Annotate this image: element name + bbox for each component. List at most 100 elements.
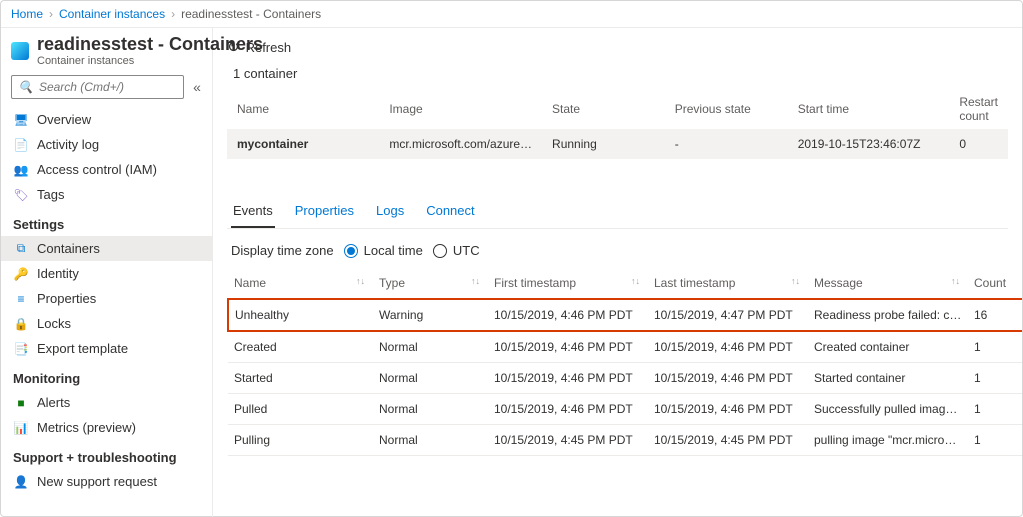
- eth-type[interactable]: Type↑↓: [373, 268, 488, 299]
- sidebar-item-metrics[interactable]: 📊 Metrics (preview): [1, 415, 212, 440]
- tab-events[interactable]: Events: [231, 195, 275, 228]
- properties-icon: ≡: [13, 292, 29, 306]
- th-image[interactable]: Image: [379, 89, 542, 129]
- breadcrumb-home[interactable]: Home: [11, 7, 43, 21]
- event-cell-name: Unhealthy: [228, 299, 373, 331]
- sort-icon: ↑↓: [631, 276, 640, 286]
- tab-connect[interactable]: Connect: [424, 195, 476, 228]
- sidebar: readinesstest - Containers Container ins…: [1, 28, 213, 517]
- event-cell-first: 10/15/2019, 4:46 PM PDT: [488, 299, 648, 331]
- timezone-label: Display time zone: [231, 243, 334, 258]
- sidebar-item-access-control[interactable]: 👥 Access control (IAM): [1, 157, 212, 182]
- event-cell-name: Pulled: [228, 394, 373, 425]
- events-table-header: Name↑↓ Type↑↓ First timestamp↑↓ Last tim…: [228, 268, 1022, 299]
- event-cell-type: Normal: [373, 363, 488, 394]
- th-prev-state[interactable]: Previous state: [665, 89, 788, 129]
- radio-dot-icon: [433, 244, 447, 258]
- sidebar-item-activitylog[interactable]: 📄Activity log: [1, 132, 212, 157]
- th-start-time[interactable]: Start time: [788, 89, 950, 129]
- event-cell-count: 1: [968, 363, 1022, 394]
- sidebar-item-label: Locks: [37, 316, 71, 331]
- sidebar-item-label: Tags: [37, 187, 64, 202]
- event-cell-first: 10/15/2019, 4:46 PM PDT: [488, 331, 648, 363]
- sidebar-menu-monitoring: ■ Alerts 📊 Metrics (preview): [1, 390, 212, 440]
- event-cell-count: 1: [968, 331, 1022, 363]
- event-row[interactable]: UnhealthyWarning10/15/2019, 4:46 PM PDT1…: [228, 299, 1022, 331]
- event-row[interactable]: PullingNormal10/15/2019, 4:45 PM PDT10/1…: [228, 425, 1022, 456]
- search-icon: 🔍: [18, 80, 33, 94]
- overview-icon: 🖥: [13, 113, 29, 127]
- eth-msg[interactable]: Message↑↓: [808, 268, 968, 299]
- event-cell-name: Created: [228, 331, 373, 363]
- event-row[interactable]: StartedNormal10/15/2019, 4:46 PM PDT10/1…: [228, 363, 1022, 394]
- sort-icon: ↑↓: [471, 276, 480, 286]
- eth-name[interactable]: Name↑↓: [228, 268, 373, 299]
- sidebar-item-tags[interactable]: 🏷Tags: [1, 182, 212, 207]
- metrics-icon: 📊: [13, 421, 29, 435]
- cell-start: 2019-10-15T23:46:07Z: [788, 129, 950, 159]
- sidebar-item-overview[interactable]: 🖥Overview: [1, 107, 212, 132]
- alerts-icon: ■: [13, 396, 29, 410]
- event-row[interactable]: CreatedNormal10/15/2019, 4:46 PM PDT10/1…: [228, 331, 1022, 363]
- containers-table: Name Image State Previous state Start ti…: [227, 89, 1008, 159]
- event-cell-msg: Started container: [808, 363, 968, 394]
- event-cell-first: 10/15/2019, 4:46 PM PDT: [488, 363, 648, 394]
- search-input-wrapper[interactable]: 🔍: [11, 75, 184, 99]
- sidebar-item-label: Access control (IAM): [37, 162, 157, 177]
- sidebar-item-label: New support request: [37, 474, 157, 489]
- sidebar-item-label: Activity log: [37, 137, 99, 152]
- event-cell-count: 1: [968, 425, 1022, 456]
- sidebar-item-new-support-request[interactable]: 👤New support request: [1, 469, 212, 494]
- event-cell-msg: Readiness probe failed: cat…: [808, 299, 968, 331]
- search-input[interactable]: [39, 80, 177, 94]
- refresh-button[interactable]: ↻ Refresh: [227, 38, 291, 56]
- containers-table-header: Name Image State Previous state Start ti…: [227, 89, 1008, 129]
- events-table: Name↑↓ Type↑↓ First timestamp↑↓ Last tim…: [227, 268, 1022, 456]
- event-cell-type: Normal: [373, 394, 488, 425]
- event-cell-msg: pulling image "mcr.micros…: [808, 425, 968, 456]
- eth-count[interactable]: Count: [968, 268, 1022, 299]
- sidebar-item-label: Alerts: [37, 395, 70, 410]
- event-cell-type: Normal: [373, 331, 488, 363]
- event-cell-last: 10/15/2019, 4:46 PM PDT: [648, 363, 808, 394]
- tab-properties[interactable]: Properties: [293, 195, 356, 228]
- radio-utc[interactable]: UTC: [433, 243, 480, 258]
- radio-local-time[interactable]: Local time: [344, 243, 423, 258]
- sidebar-item-label: Containers: [37, 241, 100, 256]
- collapse-sidebar-button[interactable]: «: [188, 79, 206, 95]
- th-state[interactable]: State: [542, 89, 665, 129]
- event-cell-msg: Successfully pulled image …: [808, 394, 968, 425]
- eth-first[interactable]: First timestamp↑↓: [488, 268, 648, 299]
- sidebar-section-support: Support + troubleshooting: [1, 440, 212, 469]
- sidebar-section-monitoring: Monitoring: [1, 361, 212, 390]
- breadcrumb-current: readinesstest - Containers: [181, 7, 321, 21]
- sidebar-item-identity[interactable]: 🔑 Identity: [1, 261, 212, 286]
- identity-icon: 🔑: [13, 267, 29, 281]
- sidebar-item-alerts[interactable]: ■ Alerts: [1, 390, 212, 415]
- th-name[interactable]: Name: [227, 89, 379, 129]
- sidebar-item-label: Metrics (preview): [37, 420, 136, 435]
- container-row[interactable]: mycontainer mcr.microsoft.com/azure… Run…: [227, 129, 1008, 159]
- sidebar-item-label: Identity: [37, 266, 79, 281]
- eth-last[interactable]: Last timestamp↑↓: [648, 268, 808, 299]
- event-cell-name: Started: [228, 363, 373, 394]
- breadcrumb-container-instances[interactable]: Container instances: [59, 7, 165, 21]
- event-cell-last: 10/15/2019, 4:46 PM PDT: [648, 394, 808, 425]
- main-content: ↻ Refresh 1 container Name Image State P…: [213, 28, 1022, 517]
- event-cell-type: Warning: [373, 299, 488, 331]
- sidebar-item-containers[interactable]: ⧉Containers: [1, 236, 212, 261]
- cell-restart: 0: [949, 129, 1008, 159]
- sidebar-item-locks[interactable]: 🔒Locks: [1, 311, 212, 336]
- sidebar-item-properties[interactable]: ≡Properties: [1, 286, 212, 311]
- tab-logs[interactable]: Logs: [374, 195, 406, 228]
- radio-label: Local time: [364, 243, 423, 258]
- event-cell-last: 10/15/2019, 4:46 PM PDT: [648, 331, 808, 363]
- chevron-right-icon: ›: [49, 7, 53, 21]
- event-row[interactable]: PulledNormal10/15/2019, 4:46 PM PDT10/15…: [228, 394, 1022, 425]
- th-restart-count[interactable]: Restart count: [949, 89, 1008, 129]
- sidebar-item-export-template[interactable]: 📑Export template: [1, 336, 212, 361]
- event-cell-type: Normal: [373, 425, 488, 456]
- access-control-icon: 👥: [13, 163, 29, 177]
- resource-icon: [11, 42, 29, 60]
- radio-label: UTC: [453, 243, 480, 258]
